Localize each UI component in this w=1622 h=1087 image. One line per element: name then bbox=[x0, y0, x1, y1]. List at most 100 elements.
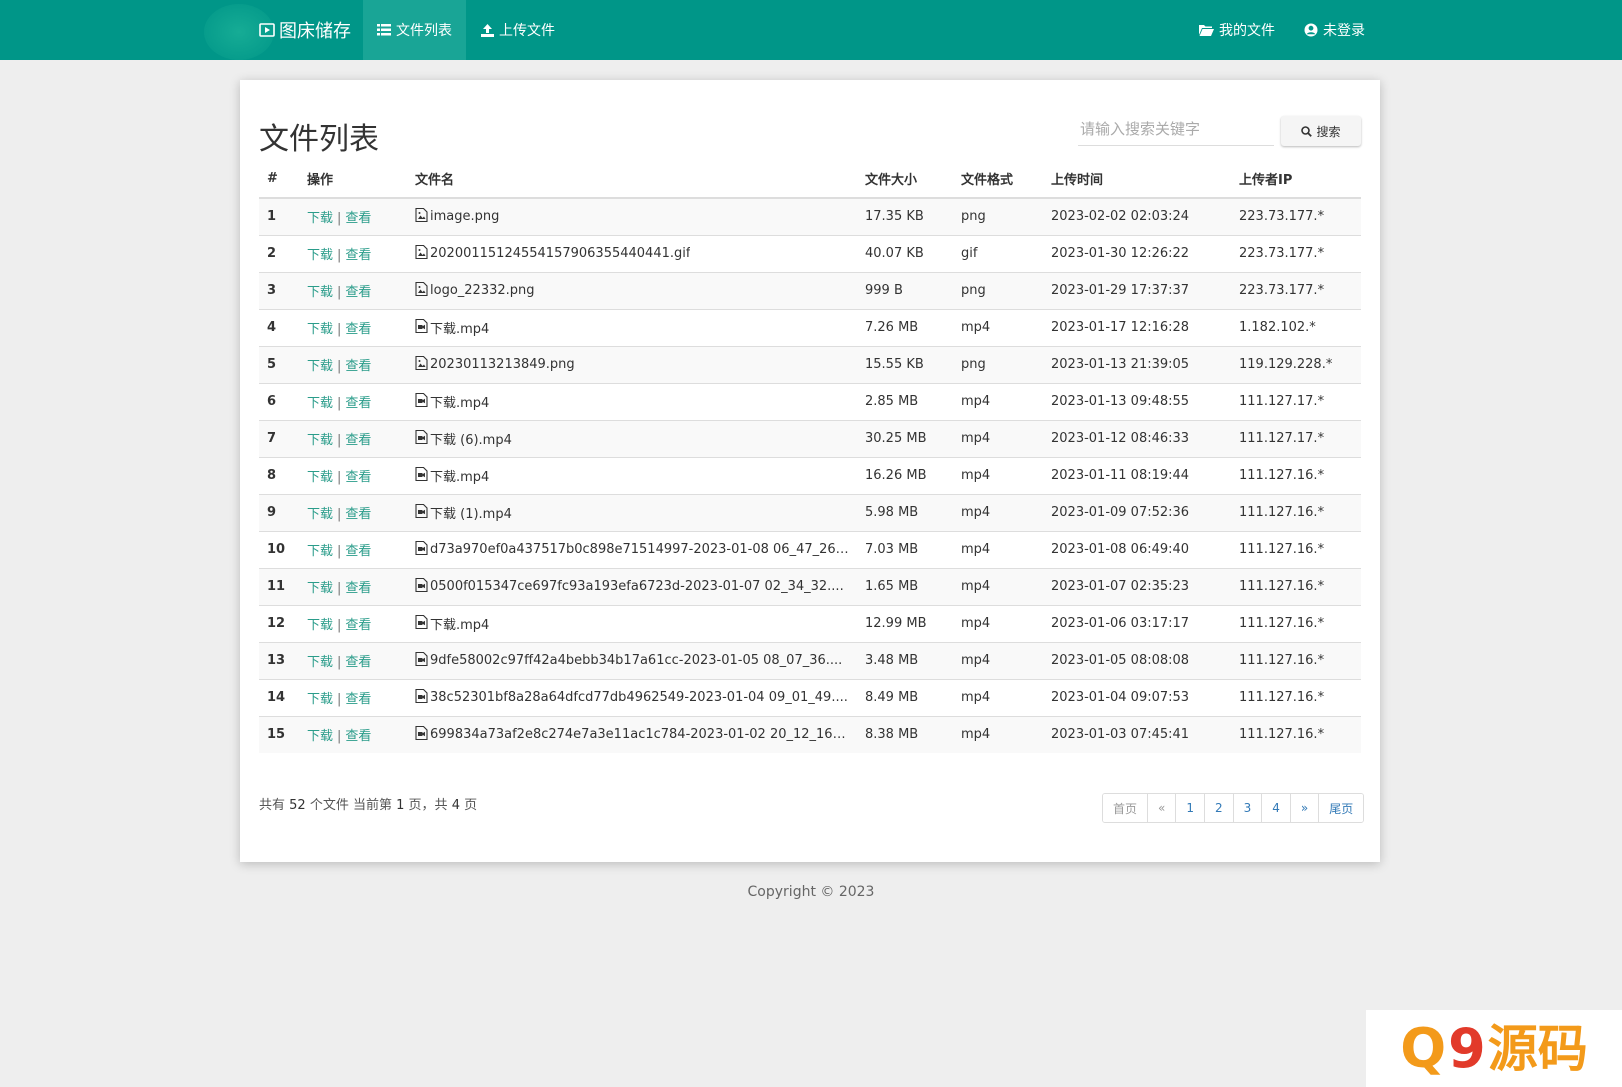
pagination: 首页 « 1 2 3 4 » 尾页 bbox=[1102, 793, 1365, 823]
video-file-icon bbox=[415, 577, 428, 596]
nav-my-files-label: 我的文件 bbox=[1219, 23, 1275, 39]
view-link[interactable]: 查看 bbox=[345, 211, 371, 226]
search-button[interactable]: 搜索 bbox=[1281, 116, 1361, 146]
page-3[interactable]: 3 bbox=[1233, 794, 1263, 822]
download-link[interactable]: 下载 bbox=[307, 507, 333, 522]
row-uploader-ip: 111.127.16.* bbox=[1231, 567, 1361, 605]
row-upload-time: 2023-01-07 02:35:23 bbox=[1043, 567, 1231, 605]
row-size: 999 B bbox=[857, 271, 953, 309]
download-link[interactable]: 下载 bbox=[307, 211, 333, 226]
action-separator: | bbox=[337, 433, 342, 448]
row-filename-cell: d73a970ef0a437517b0c898e71514997-2023-01… bbox=[407, 530, 857, 568]
video-file-icon bbox=[415, 318, 428, 337]
video-file-icon bbox=[415, 540, 428, 559]
download-link[interactable]: 下载 bbox=[307, 618, 333, 633]
page-4[interactable]: 4 bbox=[1262, 794, 1291, 822]
row-filename-cell: 20200115124554157906355440441.gif bbox=[407, 234, 857, 272]
page-prev[interactable]: « bbox=[1148, 794, 1177, 822]
action-separator: | bbox=[337, 692, 342, 707]
view-link[interactable]: 查看 bbox=[345, 581, 371, 596]
page-title: 文件列表 bbox=[259, 122, 379, 157]
col-header-action: 操作 bbox=[299, 160, 407, 199]
view-link[interactable]: 查看 bbox=[345, 396, 371, 411]
row-upload-time: 2023-01-08 06:49:40 bbox=[1043, 530, 1231, 568]
row-filename-cell: 下载 (6).mp4 bbox=[407, 419, 857, 457]
table-row: 9 下载 | 查看 下载 (1).mp4 5.98 MB mp4 2023-01-09 07:… bbox=[259, 493, 1361, 531]
view-link[interactable]: 查看 bbox=[345, 433, 371, 448]
row-filename-cell: 下载.mp4 bbox=[407, 308, 857, 346]
row-number: 3 bbox=[259, 271, 299, 309]
download-link[interactable]: 下载 bbox=[307, 359, 333, 374]
video-file-icon bbox=[415, 392, 428, 411]
table-row: 12 下载 | 查看 下载.mp4 12.99 MB mp4 2023-01-06 03:17… bbox=[259, 604, 1361, 642]
download-link[interactable]: 下载 bbox=[307, 729, 333, 744]
row-size: 40.07 KB bbox=[857, 234, 953, 272]
view-link[interactable]: 查看 bbox=[345, 507, 371, 522]
download-link[interactable]: 下载 bbox=[307, 655, 333, 670]
row-filename: 下载.mp4 bbox=[430, 470, 490, 485]
download-link[interactable]: 下载 bbox=[307, 396, 333, 411]
view-link[interactable]: 查看 bbox=[345, 729, 371, 744]
page-last[interactable]: 尾页 bbox=[1319, 794, 1364, 822]
video-file-icon bbox=[415, 466, 428, 485]
row-uploader-ip: 111.127.16.* bbox=[1231, 715, 1361, 753]
copyright: Copyright © 2023 bbox=[747, 884, 875, 900]
download-link[interactable]: 下载 bbox=[307, 248, 333, 263]
download-link[interactable]: 下载 bbox=[307, 544, 333, 559]
page-next[interactable]: » bbox=[1290, 794, 1320, 822]
search-input[interactable] bbox=[1078, 112, 1274, 146]
view-link[interactable]: 查看 bbox=[345, 359, 371, 374]
row-uploader-ip: 111.127.16.* bbox=[1231, 456, 1361, 494]
video-play-icon bbox=[259, 22, 275, 38]
view-link[interactable]: 查看 bbox=[345, 544, 371, 559]
row-format: png bbox=[953, 271, 1043, 309]
download-link[interactable]: 下载 bbox=[307, 581, 333, 596]
nav-upload[interactable]: 上传文件 bbox=[467, 0, 569, 60]
download-link[interactable]: 下载 bbox=[307, 692, 333, 707]
table-row: 2 下载 | 查看 20200115124554157906355440441.gif 4… bbox=[259, 234, 1361, 272]
row-filename: 20200115124554157906355440441.gif bbox=[430, 246, 691, 261]
nav-file-list[interactable]: 文件列表 bbox=[363, 0, 466, 60]
row-filename: 9dfe58002c97ff42a4bebb34b17a61cc-2023-01… bbox=[430, 653, 843, 668]
nav-file-list-label: 文件列表 bbox=[396, 23, 452, 39]
row-filename-cell: 0500f015347ce697fc93a193efa6723d-2023-01… bbox=[407, 567, 857, 605]
page-first[interactable]: 首页 bbox=[1103, 794, 1149, 822]
page-1[interactable]: 1 bbox=[1176, 794, 1205, 822]
row-filename-cell: 699834a73af2e8c274e7a3e11ac1c784-2023-01… bbox=[407, 715, 857, 753]
page-2[interactable]: 2 bbox=[1205, 794, 1234, 822]
row-upload-time: 2023-01-13 21:39:05 bbox=[1043, 345, 1231, 383]
view-link[interactable]: 查看 bbox=[345, 655, 371, 670]
row-format: mp4 bbox=[953, 567, 1043, 605]
row-number: 15 bbox=[259, 715, 299, 753]
nav-login-label: 未登录 bbox=[1323, 23, 1365, 39]
row-filename: 0500f015347ce697fc93a193efa6723d-2023-01… bbox=[430, 579, 844, 594]
download-link[interactable]: 下载 bbox=[307, 433, 333, 448]
download-link[interactable]: 下载 bbox=[307, 285, 333, 300]
view-link[interactable]: 查看 bbox=[345, 322, 371, 337]
row-uploader-ip: 223.73.177.* bbox=[1231, 271, 1361, 309]
row-size: 12.99 MB bbox=[857, 604, 953, 642]
action-separator: | bbox=[337, 322, 342, 337]
table-row: 11 下载 | 查看 0500f015347ce697fc93a193efa6723d-… bbox=[259, 567, 1361, 605]
view-link[interactable]: 查看 bbox=[345, 248, 371, 263]
row-uploader-ip: 111.127.16.* bbox=[1231, 493, 1361, 531]
row-actions: 下载 | 查看 bbox=[299, 530, 407, 568]
nav-my-files[interactable]: 我的文件 bbox=[1185, 0, 1289, 60]
view-link[interactable]: 查看 bbox=[345, 618, 371, 633]
view-link[interactable]: 查看 bbox=[345, 470, 371, 485]
file-list-panel: 文件列表 搜索 # 操作 文件名 文件大小 文件格式 上传时间 上传者IP 1下… bbox=[240, 80, 1380, 862]
nav-login-status[interactable]: 未登录 bbox=[1290, 0, 1379, 60]
row-filename-cell: logo_22332.png bbox=[407, 271, 857, 309]
view-link[interactable]: 查看 bbox=[345, 285, 371, 300]
video-file-icon bbox=[415, 651, 428, 670]
download-link[interactable]: 下载 bbox=[307, 322, 333, 337]
view-link[interactable]: 查看 bbox=[345, 692, 371, 707]
download-link[interactable]: 下载 bbox=[307, 470, 333, 485]
video-file-icon bbox=[415, 688, 428, 707]
row-format: mp4 bbox=[953, 604, 1043, 642]
brand-link[interactable]: 图床储存 bbox=[259, 0, 351, 60]
summary-suffix: 页 bbox=[464, 798, 478, 813]
row-filename: 699834a73af2e8c274e7a3e11ac1c784-2023-01… bbox=[430, 727, 849, 743]
action-separator: | bbox=[337, 359, 342, 374]
row-format: mp4 bbox=[953, 493, 1043, 531]
